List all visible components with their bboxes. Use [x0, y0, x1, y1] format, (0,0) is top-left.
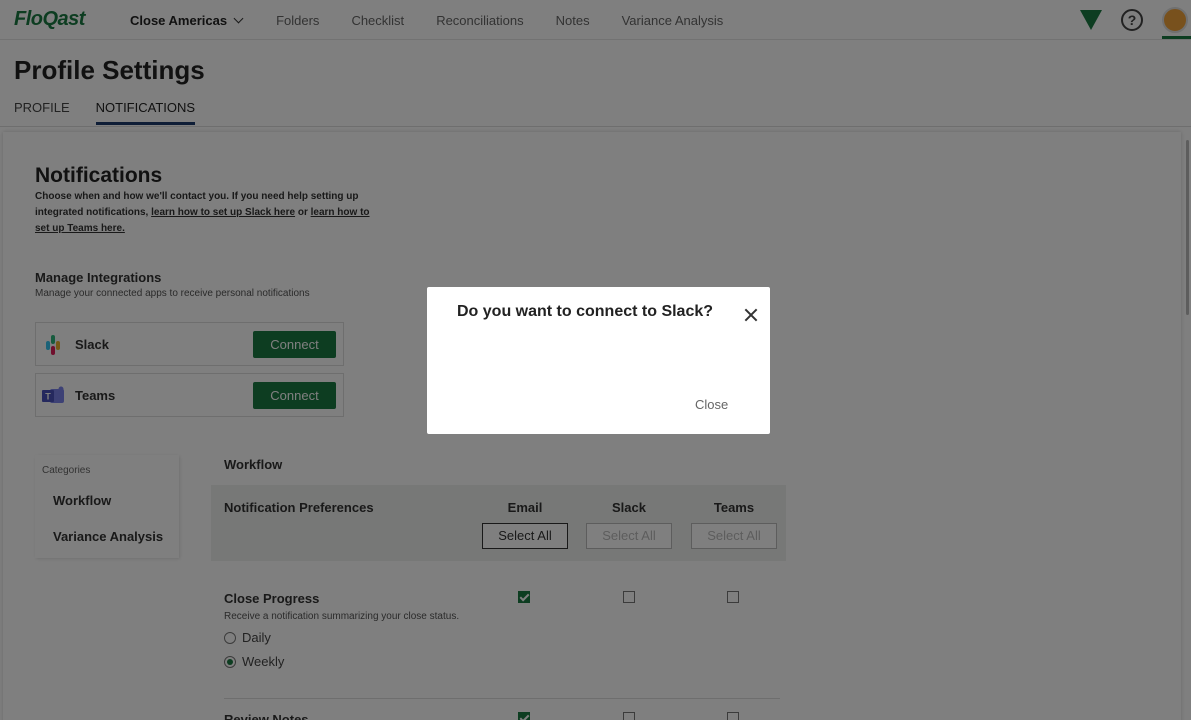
dialog-close-button[interactable]: Close — [695, 397, 728, 412]
dialog-title: Do you want to connect to Slack? — [457, 303, 714, 320]
connect-slack-dialog: Do you want to connect to Slack? Close — [427, 287, 770, 434]
close-icon[interactable] — [743, 307, 759, 323]
